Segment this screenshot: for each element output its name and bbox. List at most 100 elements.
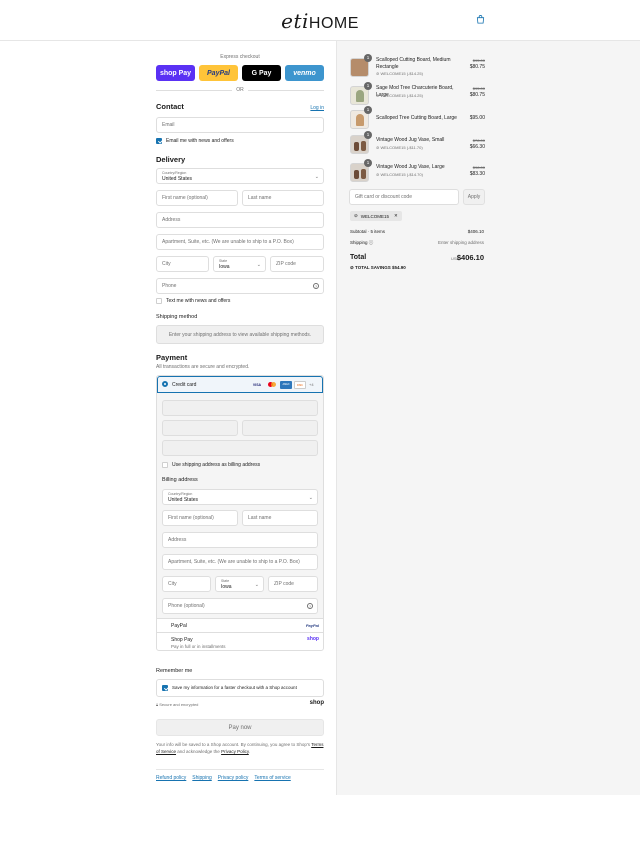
shipping-method-heading: Shipping method xyxy=(156,314,198,320)
quantity-badge: 1 xyxy=(364,159,372,167)
use-shipping-label: Use shipping address as billing address xyxy=(172,462,261,468)
venmo-button[interactable]: venmo xyxy=(285,65,324,81)
name-on-card-field[interactable] xyxy=(162,440,318,456)
shop-pay-option[interactable]: Shop Pay Pay in full or in installments … xyxy=(157,632,323,650)
google-pay-button[interactable]: G Pay xyxy=(242,65,281,81)
first-name-field[interactable]: First name (optional) xyxy=(156,190,238,206)
quantity-badge: 1 xyxy=(364,131,372,139)
radio-selected[interactable] xyxy=(162,381,168,387)
billing-heading: Billing address xyxy=(162,477,198,483)
site-header: etiHOME xyxy=(0,0,640,41)
sale-price: $95.00 xyxy=(469,115,485,121)
billing-state[interactable]: State Iowa ⌄ xyxy=(215,576,264,592)
shop-pay-button[interactable]: shop Pay xyxy=(156,65,195,81)
use-shipping-checkbox[interactable] xyxy=(162,462,168,468)
remember-me-heading: Remember me xyxy=(156,668,193,674)
city-field[interactable]: City xyxy=(156,256,209,272)
sale-price: $80.75 xyxy=(469,64,485,70)
footer-divider xyxy=(156,769,324,770)
country-select[interactable]: Country/Region United States ⌄ xyxy=(156,168,324,184)
last-name-field[interactable]: Last name xyxy=(242,190,324,206)
address-field[interactable]: Address xyxy=(156,212,324,228)
subtotal-label: Subtotal · 5 items xyxy=(350,229,386,234)
billing-last-name[interactable]: Last name xyxy=(242,510,318,526)
product-thumbnail: 1 xyxy=(350,131,372,154)
tag-icon: ⊘ xyxy=(376,93,380,98)
shipping-placeholder: Enter your shipping address to view avai… xyxy=(156,325,324,344)
billing-apartment[interactable]: Apartment, Suite, etc. (We are unable to… xyxy=(162,554,318,570)
shipping-link[interactable]: Shipping xyxy=(192,775,211,781)
card-number-field[interactable] xyxy=(162,400,318,416)
order-summary: 1 Scalloped Cutting Board, Medium Rectan… xyxy=(336,41,640,795)
quantity-badge: 1 xyxy=(364,106,372,114)
more-cards-badge: +4 xyxy=(309,382,314,387)
save-info-checkbox[interactable] xyxy=(162,685,168,691)
mastercard-icon xyxy=(266,381,278,389)
product-discount: ⊘ WELCOME15 (-$14.25) xyxy=(376,71,423,76)
phone-field[interactable]: Phone? xyxy=(156,278,324,294)
logo[interactable]: etiHOME xyxy=(0,9,640,33)
privacy-link[interactable]: Privacy Policy xyxy=(221,749,249,754)
text-me-checkbox[interactable] xyxy=(156,298,162,304)
apartment-field[interactable]: Apartment, Suite, etc. (We are unable to… xyxy=(156,234,324,250)
expiry-field[interactable] xyxy=(162,420,238,436)
refund-policy-link[interactable]: Refund policy xyxy=(156,775,186,781)
shipping-label: Shipping ⓘ xyxy=(350,240,374,245)
newsletter-checkbox[interactable] xyxy=(156,138,162,144)
zip-field[interactable]: ZIP code xyxy=(270,256,324,272)
pay-now-button[interactable]: Pay now xyxy=(156,719,324,736)
text-me-label: Text me with news and offers xyxy=(166,298,231,304)
original-price: $98.00 xyxy=(472,165,485,170)
privacy-policy-link[interactable]: Privacy policy xyxy=(218,775,249,781)
discover-icon: DISC xyxy=(294,381,306,389)
payment-heading: Payment xyxy=(156,353,188,362)
shipping-value: Enter shipping address xyxy=(437,240,484,245)
paypal-logo: PayPal xyxy=(305,623,319,628)
save-info-label: Save my information for a faster checkou… xyxy=(172,685,297,690)
remove-icon[interactable]: ✕ xyxy=(394,213,398,219)
original-price: $78.00 xyxy=(472,138,485,143)
help-icon[interactable]: ? xyxy=(313,283,319,289)
billing-city[interactable]: City xyxy=(162,576,211,592)
discount-code-field[interactable]: Gift card or discount code xyxy=(349,189,459,205)
help-icon[interactable]: ? xyxy=(307,603,313,609)
billing-phone[interactable]: Phone (optional)? xyxy=(162,598,318,614)
login-link[interactable]: Log in xyxy=(310,105,324,111)
tag-icon: ⊘ xyxy=(350,265,354,270)
product-discount: ⊘ WELCOME15 (-$11.70) xyxy=(376,145,423,150)
billing-zip[interactable]: ZIP code xyxy=(268,576,318,592)
payment-methods: Credit card VISA AMEX DISC +4 Use shippi… xyxy=(156,375,324,651)
product-thumbnail: 1 xyxy=(350,54,372,77)
remember-me-box: Save my information for a faster checkou… xyxy=(156,679,324,697)
paypal-option[interactable]: PayPal PayPal xyxy=(157,618,323,632)
newsletter-label: Email me with news and offers xyxy=(166,138,234,144)
terms-of-service-link[interactable]: Terms of service xyxy=(254,775,290,781)
credit-card-option[interactable]: Credit card VISA AMEX DISC +4 xyxy=(157,376,323,393)
sale-price: $80.75 xyxy=(469,92,485,98)
shop-pay-logo: shop xyxy=(307,636,319,642)
amex-icon: AMEX xyxy=(280,381,292,389)
tag-icon: ⊘ xyxy=(376,71,380,76)
help-icon[interactable]: ⓘ xyxy=(369,240,374,245)
billing-first-name[interactable]: First name (optional) xyxy=(162,510,238,526)
cvv-field[interactable] xyxy=(242,420,318,436)
shopping-bag-icon[interactable] xyxy=(476,15,485,24)
billing-country-select[interactable]: Country/Region United States ⌄ xyxy=(162,489,318,505)
apply-button[interactable]: Apply xyxy=(463,189,485,205)
paypal-button[interactable]: PayPal xyxy=(199,65,238,81)
contact-heading: Contact xyxy=(156,102,184,111)
delivery-heading: Delivery xyxy=(156,155,186,164)
email-field[interactable]: Email xyxy=(156,117,324,133)
original-price: $95.00 xyxy=(472,86,485,91)
billing-address[interactable]: Address xyxy=(162,532,318,548)
total-label: Total xyxy=(350,254,367,261)
state-select[interactable]: State Iowa ⌄ xyxy=(213,256,266,272)
footer-links: Refund policy Shipping Privacy policy Te… xyxy=(156,775,291,781)
quantity-badge: 1 xyxy=(364,54,372,62)
or-divider: OR xyxy=(156,87,324,93)
chevron-down-icon: ⌄ xyxy=(254,582,259,588)
product-discount: ⊘ WELCOME15 (-$14.25) xyxy=(376,93,423,98)
product-thumbnail: 1 xyxy=(350,106,372,129)
legal-text: Your info will be saved to a Shop accoun… xyxy=(156,742,324,754)
total-value: $406.10 xyxy=(456,253,484,262)
